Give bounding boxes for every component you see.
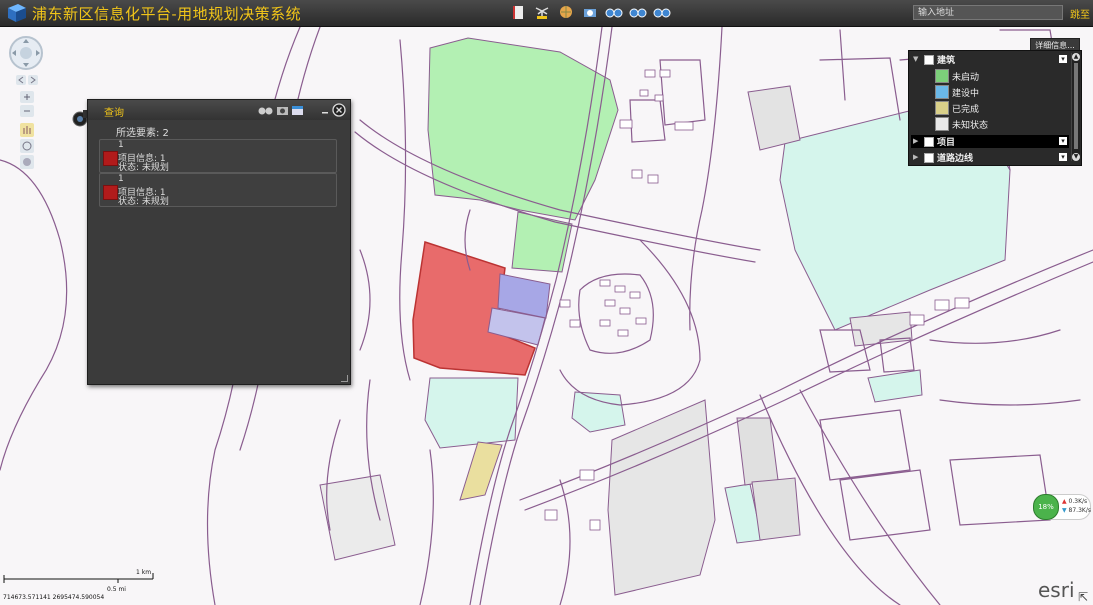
expand-arrow-icon[interactable]: ▶	[913, 153, 918, 161]
query-result-item[interactable]: 1 项目信息: 1 状态: 未规划	[99, 139, 337, 173]
legend-item-label: 未启动	[952, 73, 980, 83]
layer-options-button[interactable]: ▾	[1059, 153, 1067, 161]
query-result-item[interactable]: 1 项目信息: 1 状态: 未规划	[99, 173, 337, 207]
binoculars-blue-icon[interactable]	[605, 3, 623, 21]
scroll-down-icon[interactable]: ▼	[1072, 153, 1080, 161]
legend-swatch	[935, 85, 949, 99]
legend-swatch	[935, 117, 949, 131]
navigation-controls	[8, 35, 48, 178]
main-toolbar	[509, 3, 671, 23]
result-color-swatch	[103, 185, 118, 200]
legend-item-label: 建设中	[952, 89, 980, 99]
layer-options-button[interactable]: ▾	[1059, 55, 1067, 63]
selected-feature-count: 所选要素: 2	[116, 128, 169, 139]
layer-options-button[interactable]: ▾	[1059, 137, 1067, 145]
camera-tool-icon[interactable]	[277, 107, 288, 115]
scale-mi-label: 0.5 mi	[107, 586, 126, 593]
upload-speed: ▲ 0.3K/s	[1062, 498, 1088, 505]
layer-checkbox[interactable]	[924, 55, 934, 65]
minimize-icon[interactable]	[322, 112, 328, 114]
globe-icon[interactable]	[557, 3, 575, 21]
table-view-icon[interactable]	[292, 106, 303, 115]
pan-control[interactable]	[9, 36, 43, 70]
expand-arrow-icon[interactable]: ▼	[913, 55, 918, 63]
globe-logo-icon	[8, 4, 26, 22]
expand-corner-icon[interactable]: ⇱	[1078, 590, 1088, 604]
resize-handle[interactable]	[341, 375, 348, 382]
close-icon[interactable]	[332, 103, 346, 117]
scroll-thumb[interactable]	[1074, 63, 1078, 149]
binoculars-blue-icon[interactable]	[629, 3, 647, 21]
layer-checkbox[interactable]	[924, 153, 934, 163]
rotate-right-icon[interactable]	[28, 75, 38, 85]
legend-item-label: 已完成	[952, 105, 980, 115]
result-color-swatch	[103, 151, 118, 166]
query-panel: 查询 所选要素: 2 1 项目信息: 1 状态: 未规划 1 项目信息: 1 状…	[87, 99, 351, 385]
result-id: 1	[118, 174, 124, 184]
expand-arrow-icon[interactable]: ▶	[913, 137, 918, 145]
legend-swatch	[935, 101, 949, 115]
binoculars-tool-icon[interactable]	[258, 107, 273, 115]
speed-percent-ring: 18%	[1033, 494, 1059, 520]
app-title: 浦东新区信息化平台-用地规划决策系统	[32, 5, 302, 23]
pan-hand-icon[interactable]	[20, 123, 34, 137]
legend-panel: ▼ 建筑 ▾ 未启动 建设中 已完成 未知状态 ▶ 项目 ▾ ▶ 道路边线 ▾ …	[908, 50, 1082, 166]
legend-item-label: 未知状态	[952, 121, 989, 131]
zoom-in-button[interactable]	[20, 91, 34, 103]
query-panel-title: 查询	[104, 108, 124, 119]
palm-icon[interactable]	[533, 3, 551, 21]
layer-group-label: 项目	[937, 138, 956, 148]
camera-icon[interactable]	[581, 3, 599, 21]
binoculars-blue-icon[interactable]	[653, 3, 671, 21]
download-speed: ▼ 87.3K/s	[1062, 507, 1091, 514]
result-status: 状态: 未规划	[118, 163, 169, 173]
result-id: 1	[118, 140, 124, 150]
rotate-left-icon[interactable]	[16, 75, 26, 85]
scale-bar: 1 km 0.5 mi	[3, 569, 154, 593]
result-status: 状态: 未规划	[118, 197, 169, 207]
query-panel-header[interactable]: 查询	[88, 100, 350, 120]
esri-logo: esri	[1038, 578, 1075, 602]
full-extent-icon[interactable]	[20, 155, 34, 169]
book-icon[interactable]	[509, 3, 527, 21]
zoom-out-button[interactable]	[20, 105, 34, 117]
legend-swatch	[935, 69, 949, 83]
address-search-input[interactable]: 输入地址	[913, 5, 1063, 20]
scroll-up-icon[interactable]: ▲	[1072, 53, 1080, 61]
layer-group-label: 建筑	[937, 56, 956, 66]
top-bar: 浦东新区信息化平台-用地规划决策系统 输入地址 跳至	[0, 0, 1093, 27]
scale-km-label: 1 km	[136, 569, 151, 576]
legend-scrollbar[interactable]: ▲ ▼	[1071, 53, 1080, 161]
teal-parcel-small-1	[424, 377, 519, 449]
zoom-box-icon[interactable]	[20, 139, 34, 153]
go-button[interactable]: 跳至	[1070, 6, 1090, 21]
legend-group-row-selected[interactable]	[911, 135, 1069, 148]
layer-group-label: 道路边线	[937, 154, 974, 164]
gray-parcel-3	[751, 477, 801, 541]
cursor-coordinates: 714673.571141 2695474.590054	[3, 594, 105, 601]
layer-checkbox[interactable]	[924, 137, 934, 147]
